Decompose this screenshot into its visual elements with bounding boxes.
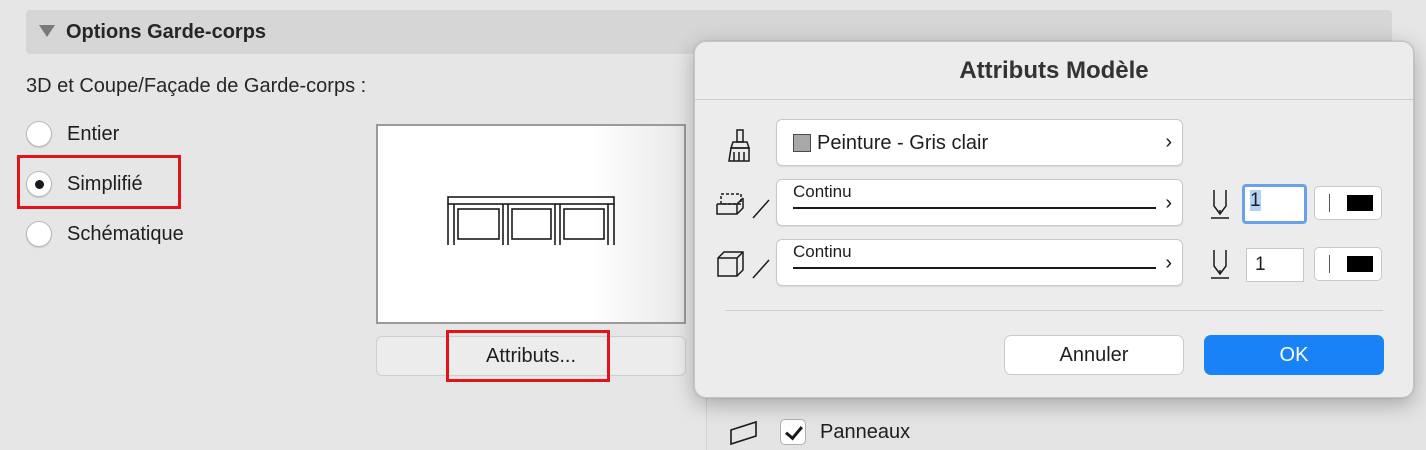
cut-pen-color-button[interactable] — [1314, 186, 1382, 220]
outline-pen-value: 1 — [1255, 254, 1266, 275]
outline-line-type-selector[interactable]: Continu › — [776, 239, 1183, 286]
dialog-divider — [725, 310, 1383, 311]
outline-line-type-label: Continu — [793, 242, 852, 261]
separator — [1329, 194, 1330, 212]
section-title: Options Garde-corps — [66, 21, 267, 43]
chevron-right-icon: › — [1165, 131, 1172, 153]
ok-button[interactable]: OK — [1204, 335, 1384, 375]
chevron-right-icon: › — [1165, 192, 1172, 214]
panels-checkbox-row[interactable]: Panneaux — [728, 418, 910, 446]
box-outline-icon — [717, 251, 770, 279]
panels-checkbox[interactable] — [780, 419, 806, 445]
cut-line-type-label: Continu — [793, 182, 852, 201]
radio-label: Schématique — [67, 222, 184, 245]
cut-line-type-selector[interactable]: Continu › — [776, 179, 1183, 226]
panel-icon — [730, 420, 757, 446]
railing-preview-icon — [447, 196, 615, 245]
cut-surface-icon — [716, 193, 770, 219]
radio-option-schematique[interactable]: Schématique — [26, 220, 184, 248]
separator — [1329, 255, 1330, 273]
dialog-title: Attributs Modèle — [695, 42, 1413, 100]
line-preview — [793, 267, 1156, 269]
outline-pen-input[interactable]: 1 — [1246, 248, 1304, 282]
pen-color-swatch — [1347, 195, 1373, 211]
cancel-button[interactable]: Annuler — [1004, 335, 1184, 375]
radio-button[interactable] — [26, 121, 52, 147]
line-preview — [793, 207, 1156, 209]
radio-button[interactable] — [26, 221, 52, 247]
section-subtitle: 3D et Coupe/Façade de Garde-corps : — [26, 75, 367, 97]
paint-brush-icon — [728, 129, 751, 162]
highlight-box-attributes — [446, 330, 610, 382]
highlight-box-simplifie — [17, 155, 181, 209]
surface-selector[interactable]: Peinture - Gris clair › — [776, 119, 1183, 166]
radio-label: Entier — [67, 122, 120, 145]
outline-pen-color-button[interactable] — [1314, 247, 1382, 281]
chevron-right-icon: › — [1165, 252, 1172, 274]
panels-checkbox-label: Panneaux — [820, 420, 911, 443]
radio-option-entier[interactable]: Entier — [26, 120, 119, 148]
pen-icon — [1211, 190, 1229, 219]
model-attributes-dialog: Attributs Modèle Peinture - Gris clair ›… — [694, 41, 1414, 398]
railing-preview — [376, 124, 686, 324]
pen-icon — [1211, 250, 1229, 279]
cut-pen-input[interactable]: 1 — [1242, 184, 1307, 224]
disclosure-triangle-icon[interactable] — [39, 25, 55, 37]
cut-pen-value: 1 — [1250, 190, 1261, 211]
surface-swatch — [793, 134, 811, 152]
surface-label: Peinture - Gris clair — [817, 132, 989, 154]
pen-color-swatch — [1347, 256, 1373, 272]
